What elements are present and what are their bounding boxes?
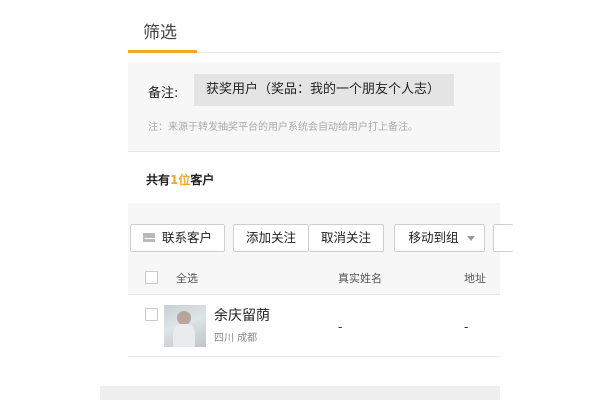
move-to-group-dropdown[interactable]: 移动到组 xyxy=(394,224,485,252)
cell-address: - xyxy=(464,320,469,334)
remark-label: 备注: xyxy=(148,86,179,101)
contact-customer-label: 联系客户 xyxy=(161,230,212,245)
cancel-follow-button[interactable]: 取消关注 xyxy=(309,224,384,252)
more-actions-button[interactable] xyxy=(493,224,513,252)
column-header-real-name: 真实姓名 xyxy=(338,272,382,285)
footer-bar xyxy=(100,386,500,400)
table-row[interactable]: 余庆留荫 四川 成都 - - xyxy=(128,295,500,357)
avatar[interactable] xyxy=(164,305,206,347)
customer-nickname[interactable]: 余庆留荫 xyxy=(214,305,270,325)
tab-filter-label: 筛选 xyxy=(143,23,177,43)
column-header-address: 地址 xyxy=(464,272,486,285)
table-header: 全选 真实姓名 地址 xyxy=(128,259,500,295)
customer-count-value: 1位 xyxy=(170,173,191,187)
select-all-checkbox[interactable] xyxy=(145,271,158,284)
move-to-group-label: 移动到组 xyxy=(408,230,459,245)
select-all-label: 全选 xyxy=(176,272,198,285)
row-checkbox[interactable] xyxy=(145,308,158,321)
remark-value-field[interactable]: 获奖用户（奖品：我的一个朋友个人志） xyxy=(194,74,454,106)
cell-real-name: - xyxy=(338,320,343,334)
tab-bar: 筛选 xyxy=(128,0,500,53)
customer-count: 共有1位客户 xyxy=(146,171,214,188)
contact-customer-button[interactable]: 联系客户 xyxy=(130,224,225,252)
customer-count-prefix: 共有 xyxy=(146,173,171,187)
customer-count-suffix: 客户 xyxy=(190,173,215,187)
cancel-follow-label: 取消关注 xyxy=(320,230,371,245)
chevron-down-icon xyxy=(467,236,475,241)
remark-panel: 备注: 获奖用户（奖品：我的一个朋友个人志） 注：来源于转发抽奖平台的用户系统会… xyxy=(128,62,500,152)
action-toolbar: 联系客户 添加关注 取消关注 移动到组 xyxy=(128,203,513,259)
tab-filter[interactable]: 筛选 xyxy=(128,16,197,53)
mail-icon xyxy=(142,233,155,242)
customer-location: 四川 成都 xyxy=(214,333,258,344)
add-follow-label: 添加关注 xyxy=(245,230,296,245)
add-follow-button[interactable]: 添加关注 xyxy=(233,224,309,252)
remark-note: 注：来源于转发抽奖平台的用户系统会自动给用户打上备注。 xyxy=(148,122,418,133)
